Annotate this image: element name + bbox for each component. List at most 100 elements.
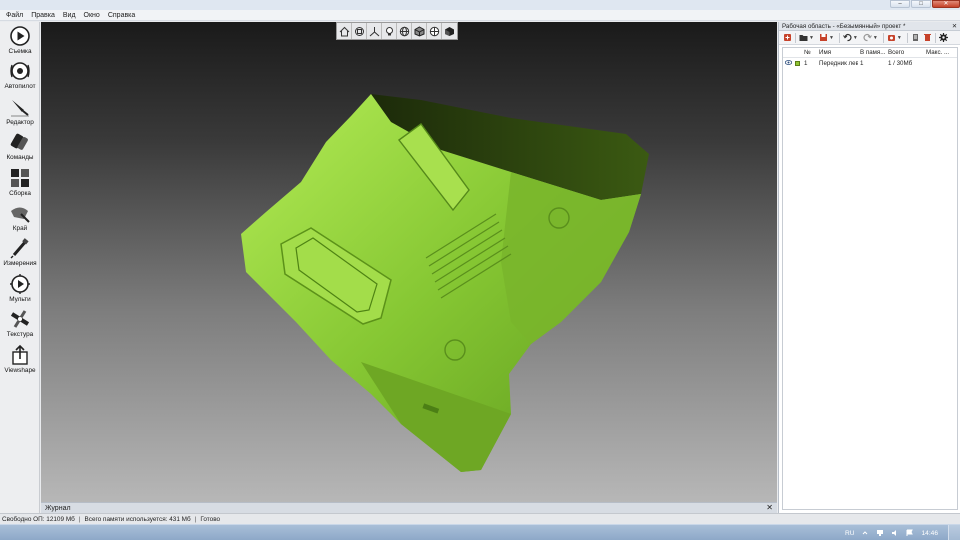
scan-list-header: № Имя В памя... Всего Макс. ... [783, 48, 957, 58]
menu-window[interactable]: Окно [80, 10, 104, 21]
view-btn-solid[interactable] [442, 23, 457, 39]
close-window-button[interactable]: ✕ [932, 0, 960, 8]
workspace-close-button[interactable]: ✕ [952, 23, 957, 30]
status-bar: Свободно ОП: 12109 Мб | Всего памяти исп… [0, 513, 960, 524]
gear-icon[interactable] [938, 33, 948, 42]
commands-icon [10, 133, 28, 151]
scanner-icon[interactable] [887, 33, 896, 42]
toolbar-separator [934, 32, 936, 43]
row-name: Передник лев [819, 59, 858, 67]
redo-icon[interactable] [863, 33, 872, 42]
tool-label: Команды [6, 154, 34, 162]
dropdown-arrow-icon[interactable]: ▼ [873, 35, 878, 41]
dropdown-arrow-icon[interactable]: ▼ [853, 35, 858, 41]
status-state: Готово [200, 515, 221, 523]
tool-label: Съемка [8, 48, 32, 55]
toolbar-separator [906, 32, 908, 43]
list-icon[interactable] [911, 33, 920, 42]
view-btn-home[interactable] [337, 23, 352, 39]
tool-label: Редактор [6, 118, 34, 126]
tool-label: Край [12, 224, 28, 232]
tool-sidebar: Съемка Автопилот Редактор Команды Сборка… [0, 22, 40, 513]
menu-edit[interactable]: Правка [27, 10, 59, 21]
view-btn-axes[interactable] [367, 23, 382, 39]
toolbar-separator [882, 32, 884, 43]
workspace-panel: Рабочая область - «Безымянный» проект * … [778, 22, 960, 513]
view-btn-globe[interactable] [427, 23, 442, 39]
tool-measure[interactable]: Измерения [0, 234, 40, 269]
toolbar-separator [838, 32, 840, 43]
menu-file[interactable]: Файл [2, 10, 27, 21]
dropdown-arrow-icon[interactable]: ▼ [897, 35, 902, 41]
tool-autopilot[interactable]: Автопилот [0, 57, 40, 92]
save-icon[interactable] [819, 33, 828, 42]
language-indicator[interactable]: RU [845, 530, 855, 537]
row-total: 1 / 30Мб [888, 59, 913, 67]
wire-sphere-icon [399, 26, 409, 36]
tool-viewshape[interactable]: Viewshape [0, 341, 40, 376]
play-icon [10, 26, 30, 46]
col-max[interactable]: Макс. ... [924, 49, 954, 56]
home-view-icon [339, 26, 349, 36]
clock[interactable]: 14:46 [921, 530, 938, 537]
globe-icon [429, 26, 439, 36]
flag-icon[interactable] [906, 529, 914, 537]
view-btn-box[interactable] [352, 23, 367, 39]
tool-editor[interactable]: Редактор [0, 93, 40, 128]
measure-icon [10, 238, 29, 259]
tool-texture[interactable]: Текстура [0, 305, 40, 340]
row-in-memory: 1 [860, 59, 864, 67]
dropdown-arrow-icon[interactable]: ▼ [809, 35, 814, 41]
journal-title: Журнал [45, 504, 71, 512]
tool-label: Автопилот [4, 83, 36, 91]
scan-model[interactable] [41, 22, 777, 502]
col-number[interactable]: № [802, 49, 816, 56]
maximize-button[interactable]: □ [911, 0, 931, 8]
menu-help[interactable]: Справка [104, 10, 139, 21]
undo-icon[interactable] [842, 33, 852, 42]
title-bar: – □ ✕ [0, 0, 960, 10]
toolbar-separator [795, 32, 796, 43]
table-row[interactable]: 1 Передник лев 1 1 / 30Мб [783, 58, 957, 68]
dropdown-arrow-icon[interactable]: ▼ [829, 35, 834, 41]
col-total[interactable]: Всего [886, 49, 924, 56]
scan-list: № Имя В памя... Всего Макс. ... 1 Передн… [782, 47, 958, 510]
3d-viewport[interactable] [41, 22, 777, 502]
network-icon[interactable] [876, 529, 884, 537]
editor-knife-icon [11, 99, 29, 117]
color-swatch[interactable] [793, 60, 802, 66]
open-folder-icon[interactable] [799, 33, 808, 42]
swatch-box [795, 60, 800, 66]
tool-capture[interactable]: Съемка [0, 22, 40, 57]
view-btn-light[interactable] [382, 23, 397, 39]
tray-arrow-icon[interactable] [861, 529, 869, 537]
autopilot-icon [10, 62, 30, 81]
texture-icon [10, 310, 30, 328]
tool-edge[interactable]: Край [0, 199, 40, 234]
view-btn-shaded[interactable] [412, 23, 427, 39]
workspace-toolbar: ▼ ▼ ▼ ▼ ▼ [779, 31, 960, 45]
col-in-memory[interactable]: В памя... [858, 49, 886, 56]
tool-commands[interactable]: Команды [0, 128, 40, 163]
taskbar: RU 14:46 [0, 524, 960, 540]
grid-box-icon [354, 26, 364, 36]
visibility-eye-icon[interactable] [783, 59, 793, 67]
workspace-header: Рабочая область - «Безымянный» проект * … [779, 22, 960, 31]
edge-icon [11, 207, 30, 223]
minimize-button[interactable]: – [890, 0, 910, 8]
view-btn-wire[interactable] [397, 23, 412, 39]
cube-solid-icon [445, 26, 454, 36]
journal-close-button[interactable]: ✕ [766, 504, 773, 512]
assembly-icon [11, 168, 29, 187]
show-desktop-button[interactable] [948, 525, 960, 540]
volume-icon[interactable] [891, 529, 899, 537]
light-bulb-icon [385, 26, 393, 35]
tool-multi[interactable]: Мульти [0, 270, 40, 305]
menu-view[interactable]: Вид [59, 10, 80, 21]
tool-assembly[interactable]: Сборка [0, 164, 40, 199]
delete-icon[interactable] [923, 33, 932, 42]
col-name[interactable]: Имя [816, 49, 858, 56]
new-project-icon[interactable] [783, 33, 792, 42]
axes-icon [369, 26, 379, 36]
share-icon [12, 344, 28, 365]
